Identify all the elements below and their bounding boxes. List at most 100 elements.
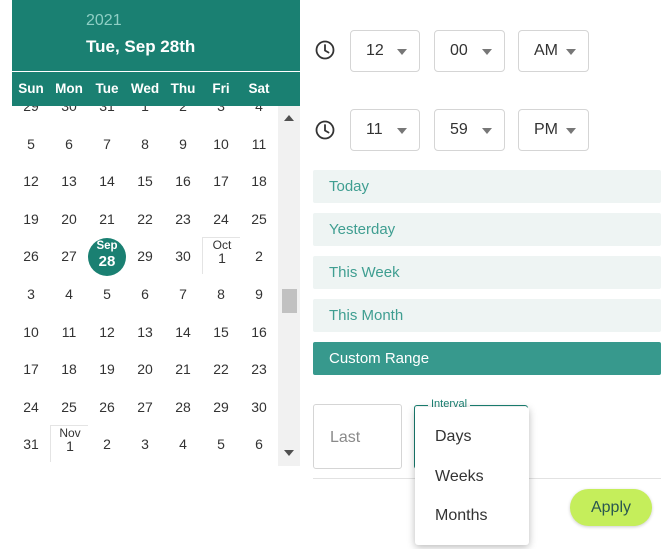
calendar-day[interactable]: 16 <box>240 313 278 350</box>
calendar-day[interactable]: 21 <box>164 350 202 387</box>
calendar-day[interactable]: 6 <box>240 425 278 462</box>
calendar-day[interactable]: 6 <box>126 275 164 312</box>
calendar-day[interactable]: 12 <box>88 313 126 350</box>
start-minute-select[interactable]: 00 <box>434 30 505 72</box>
last-count-input[interactable]: Last <box>313 404 402 469</box>
calendar-day[interactable]: 9 <box>240 275 278 312</box>
calendar-day[interactable]: 4 <box>240 106 278 124</box>
end-minute-select[interactable]: 59 <box>434 109 505 151</box>
calendar-day[interactable]: 31 <box>88 106 126 124</box>
range-today-button[interactable]: Today <box>313 170 661 203</box>
calendar-day[interactable]: 6 <box>50 125 88 162</box>
calendar-day[interactable]: 16 <box>164 162 202 199</box>
calendar-day[interactable]: 20 <box>126 350 164 387</box>
weekday-header: Sun Mon Tue Wed Thu Fri Sat <box>12 72 300 106</box>
calendar-day[interactable]: 22 <box>202 350 240 387</box>
calendar-day[interactable]: 17 <box>12 350 50 387</box>
calendar-day[interactable]: 15 <box>202 313 240 350</box>
end-hour-select[interactable]: 11 <box>350 109 420 151</box>
day-number: 29 <box>23 106 39 114</box>
calendar-day[interactable]: 3 <box>12 275 50 312</box>
calendar-day[interactable]: 29 <box>12 106 50 124</box>
calendar-day[interactable]: 9 <box>164 125 202 162</box>
interval-option-months[interactable]: Months <box>435 507 487 525</box>
calendar-day[interactable]: 1 <box>126 106 164 124</box>
calendar-day[interactable]: 25 <box>50 388 88 425</box>
calendar-body[interactable]: 29 30 31 1 2 3 4 5 6 7 8 9 10 11 12 13 14 15 16 17 18 19 20 21 2… <box>12 106 300 466</box>
calendar-day[interactable]: 8 <box>126 125 164 162</box>
calendar-day[interactable]: 2 <box>164 106 202 124</box>
calendar-day[interactable]: 29 <box>126 237 164 274</box>
calendar-day[interactable]: 14 <box>88 162 126 199</box>
calendar-day[interactable]: 19 <box>88 350 126 387</box>
calendar-day[interactable]: 13 <box>126 313 164 350</box>
calendar-day[interactable]: 30 <box>164 237 202 274</box>
day-number: 18 <box>251 173 267 190</box>
range-this-month-button[interactable]: This Month <box>313 299 661 332</box>
calendar-day[interactable]: 3 <box>126 425 164 462</box>
calendar-day[interactable]: 5 <box>12 125 50 162</box>
range-this-week-button[interactable]: This Week <box>313 256 661 289</box>
calendar-day[interactable]: 30 <box>240 388 278 425</box>
calendar-day[interactable]: 18 <box>50 350 88 387</box>
calendar-day[interactable]: 18 <box>240 162 278 199</box>
calendar-day[interactable]: 4 <box>164 425 202 462</box>
calendar-day[interactable]: 8 <box>202 275 240 312</box>
calendar-day[interactable]: 2 <box>88 425 126 462</box>
calendar-day-month-start[interactable]: Oct 1 <box>202 237 240 275</box>
calendar-day[interactable]: 23 <box>164 200 202 237</box>
range-label: Yesterday <box>329 221 396 238</box>
calendar-day[interactable]: 26 <box>12 237 50 274</box>
calendar-scrollbar[interactable] <box>278 106 300 466</box>
calendar-day[interactable]: 27 <box>126 388 164 425</box>
interval-option-days[interactable]: Days <box>435 428 471 446</box>
calendar-day[interactable]: 3 <box>202 106 240 124</box>
calendar-day[interactable]: 7 <box>164 275 202 312</box>
day-number: 4 <box>65 286 73 302</box>
calendar-day[interactable]: 29 <box>202 388 240 425</box>
calendar-day[interactable]: 24 <box>12 388 50 425</box>
start-meridiem-select[interactable]: AM <box>518 30 589 72</box>
calendar-day[interactable]: 5 <box>88 275 126 312</box>
calendar-day[interactable]: 19 <box>12 200 50 237</box>
calendar-day[interactable]: 28 <box>164 388 202 425</box>
chevron-down-icon <box>566 49 576 55</box>
calendar-day[interactable]: 23 <box>240 350 278 387</box>
calendar-day[interactable]: 27 <box>50 237 88 274</box>
calendar-day[interactable]: 12 <box>12 162 50 199</box>
interval-option-weeks[interactable]: Weeks <box>435 468 484 486</box>
calendar-day[interactable]: 15 <box>126 162 164 199</box>
calendar-day[interactable]: 24 <box>202 200 240 237</box>
calendar-day[interactable]: 4 <box>50 275 88 312</box>
end-meridiem-select[interactable]: PM <box>518 109 589 151</box>
scroll-down-arrow-icon[interactable] <box>284 450 294 456</box>
calendar-day[interactable]: 31 <box>12 425 50 462</box>
calendar-day[interactable]: 17 <box>202 162 240 199</box>
day-number: 2 <box>103 436 111 453</box>
range-custom-button[interactable]: Custom Range <box>313 342 661 375</box>
calendar-day[interactable]: 22 <box>126 200 164 237</box>
calendar-day-selected[interactable]: Sep 28 <box>88 237 126 277</box>
calendar-day[interactable]: 7 <box>88 125 126 162</box>
start-hour-select[interactable]: 12 <box>350 30 420 72</box>
calendar-day[interactable]: 26 <box>88 388 126 425</box>
day-number: 11 <box>61 323 77 340</box>
calendar-year[interactable]: 2021 <box>86 12 122 30</box>
calendar-day[interactable]: 20 <box>50 200 88 237</box>
calendar-day[interactable]: 11 <box>240 125 278 162</box>
calendar-day[interactable]: 13 <box>50 162 88 199</box>
calendar-day[interactable]: 5 <box>202 425 240 462</box>
calendar-day[interactable]: 14 <box>164 313 202 350</box>
calendar-day[interactable]: 30 <box>50 106 88 124</box>
range-yesterday-button[interactable]: Yesterday <box>313 213 661 246</box>
calendar-day-month-start[interactable]: Nov 1 <box>50 425 88 463</box>
calendar-day[interactable]: 10 <box>202 125 240 162</box>
calendar-day[interactable]: 2 <box>240 237 278 274</box>
calendar-day[interactable]: 25 <box>240 200 278 237</box>
scroll-up-arrow-icon[interactable] <box>284 115 294 121</box>
calendar-day[interactable]: 21 <box>88 200 126 237</box>
apply-button[interactable]: Apply <box>570 489 652 526</box>
calendar-day[interactable]: 11 <box>50 313 88 350</box>
scroll-thumb[interactable] <box>282 289 297 313</box>
calendar-day[interactable]: 10 <box>12 313 50 350</box>
